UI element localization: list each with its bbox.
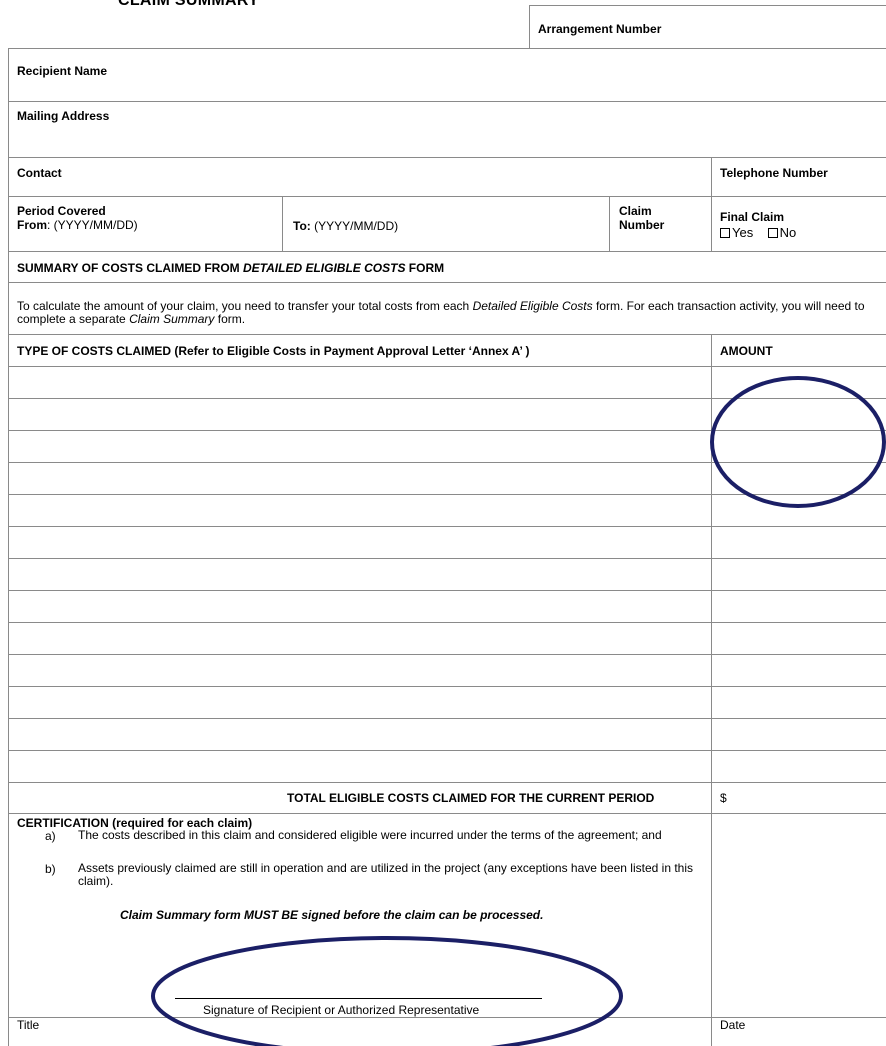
signature-annotation-ring (151, 936, 623, 1046)
annotation-overlay (151, 376, 886, 1046)
amount-annotation-ring (710, 376, 886, 508)
